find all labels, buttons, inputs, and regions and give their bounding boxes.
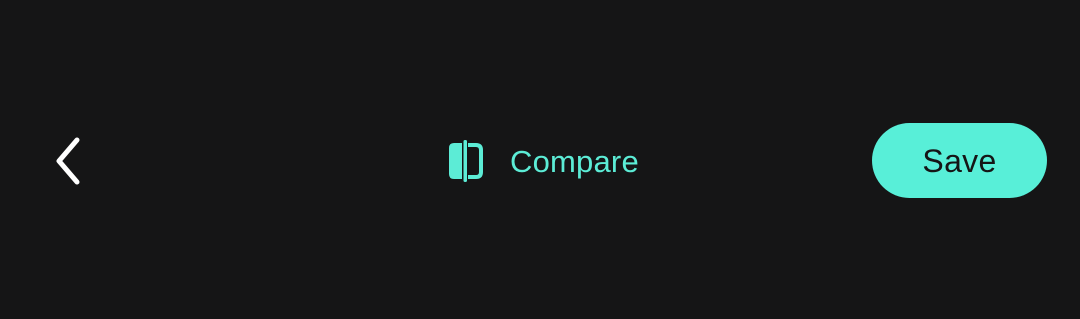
- chevron-left-icon: [51, 136, 85, 186]
- save-button[interactable]: Save: [872, 123, 1047, 198]
- save-label: Save: [922, 142, 997, 179]
- back-button[interactable]: [36, 126, 100, 196]
- compare-button[interactable]: Compare: [440, 130, 645, 192]
- editor-top-toolbar: Compare Save: [0, 0, 1080, 319]
- compare-label: Compare: [510, 143, 639, 179]
- compare-split-icon: [446, 140, 484, 182]
